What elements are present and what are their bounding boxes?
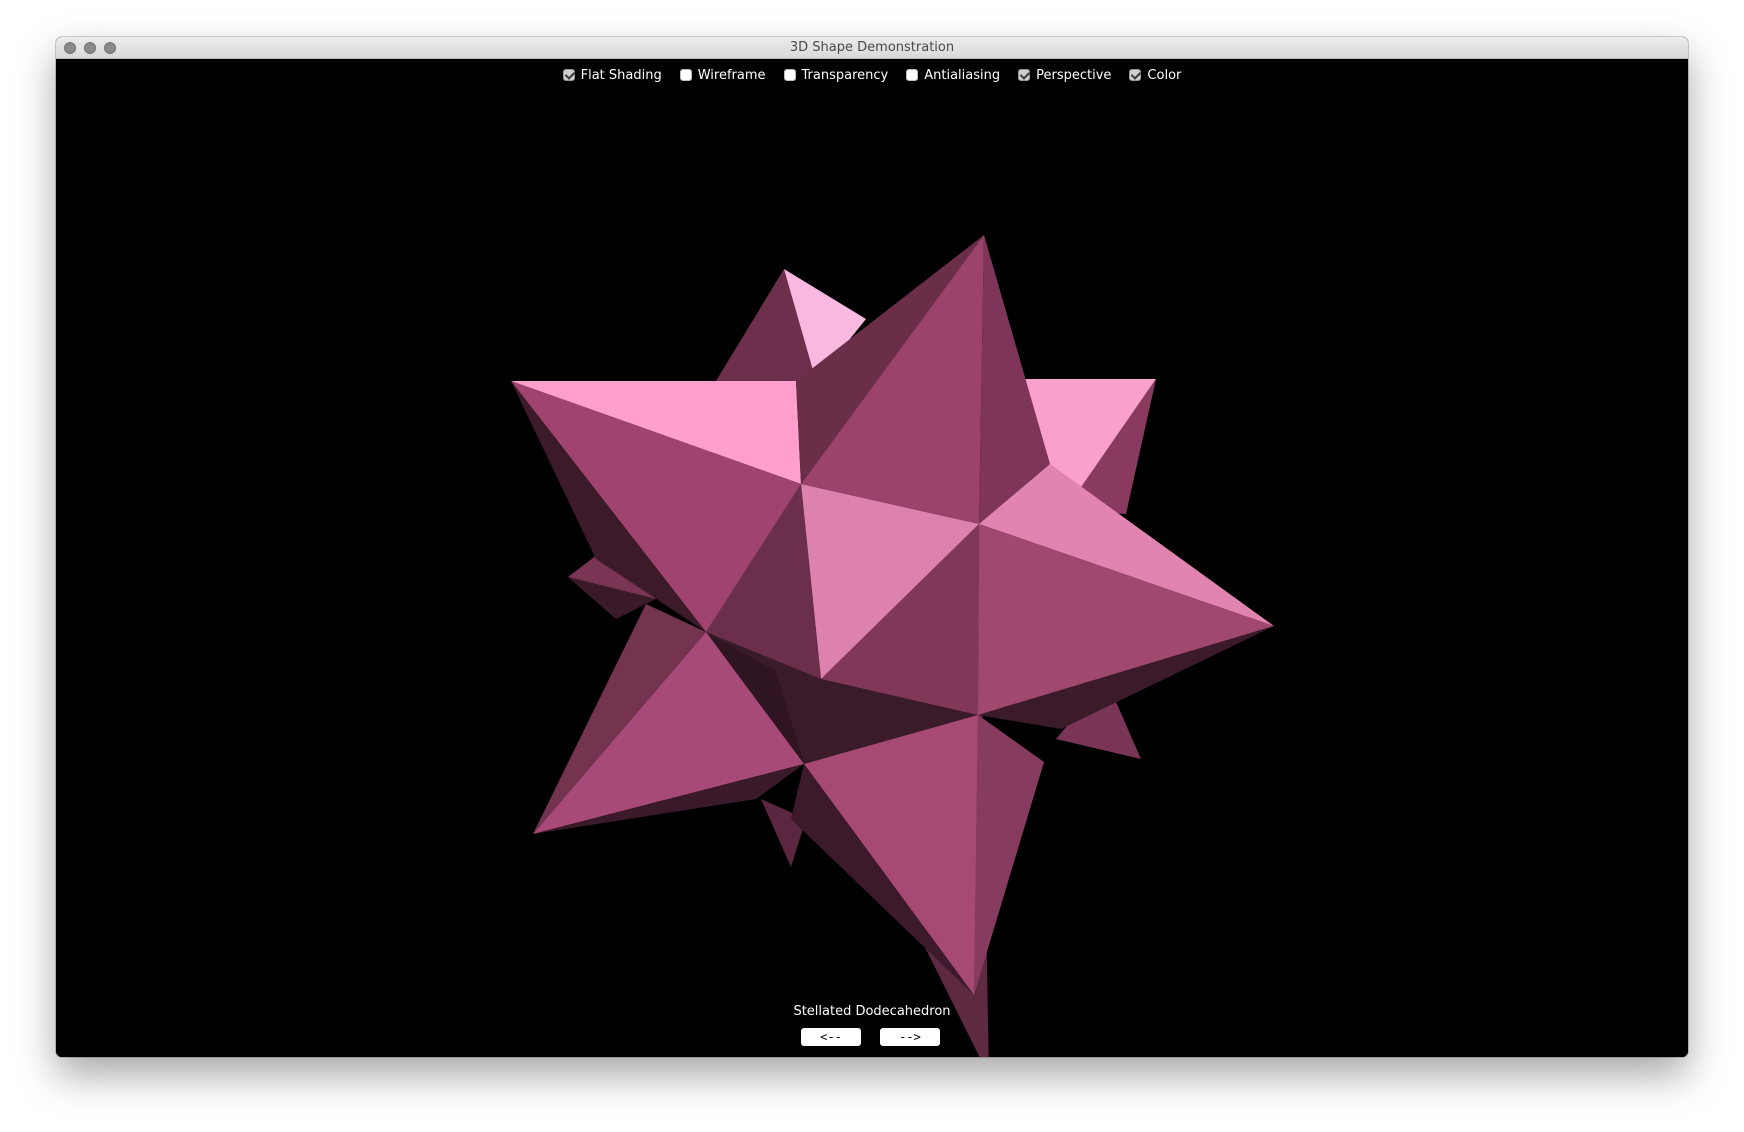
previous-shape-button[interactable]: <-- bbox=[801, 1028, 861, 1046]
stellated-dodecahedron-render bbox=[511, 235, 1274, 1057]
flat-shading-checkbox[interactable] bbox=[562, 69, 575, 81]
color-label: Color bbox=[1147, 67, 1182, 83]
option-flat-shading[interactable]: Flat Shading bbox=[562, 67, 662, 83]
perspective-label: Perspective bbox=[1036, 67, 1112, 83]
color-checkbox[interactable] bbox=[1129, 69, 1142, 81]
render-area: Flat Shading Wireframe Transparency Anti… bbox=[56, 59, 1688, 1057]
next-shape-button[interactable]: --> bbox=[880, 1028, 940, 1046]
wireframe-label: Wireframe bbox=[697, 67, 766, 83]
shape-name-label: Stellated Dodecahedron bbox=[793, 1004, 951, 1019]
option-antialiasing[interactable]: Antialiasing bbox=[906, 68, 1000, 83]
antialiasing-label: Antialiasing bbox=[924, 67, 1001, 83]
option-wireframe[interactable]: Wireframe bbox=[679, 67, 766, 83]
flat-shading-label: Flat Shading bbox=[580, 67, 662, 83]
title-bar: 3D Shape Demonstration bbox=[56, 37, 1688, 59]
transparency-label: Transparency bbox=[801, 67, 889, 83]
render-options-toolbar: Flat Shading Wireframe Transparency Anti… bbox=[56, 63, 1688, 87]
wireframe-checkbox[interactable] bbox=[679, 69, 692, 81]
window-title: 3D Shape Demonstration bbox=[789, 40, 955, 55]
perspective-checkbox[interactable] bbox=[1018, 69, 1031, 81]
transparency-checkbox[interactable] bbox=[783, 69, 796, 81]
app-window: 3D Shape Demonstration Flat Shading Wire… bbox=[56, 37, 1688, 1057]
option-perspective[interactable]: Perspective bbox=[1018, 68, 1111, 83]
antialiasing-checkbox[interactable] bbox=[906, 69, 919, 81]
option-transparency[interactable]: Transparency bbox=[783, 67, 889, 83]
option-color[interactable]: Color bbox=[1129, 68, 1181, 83]
